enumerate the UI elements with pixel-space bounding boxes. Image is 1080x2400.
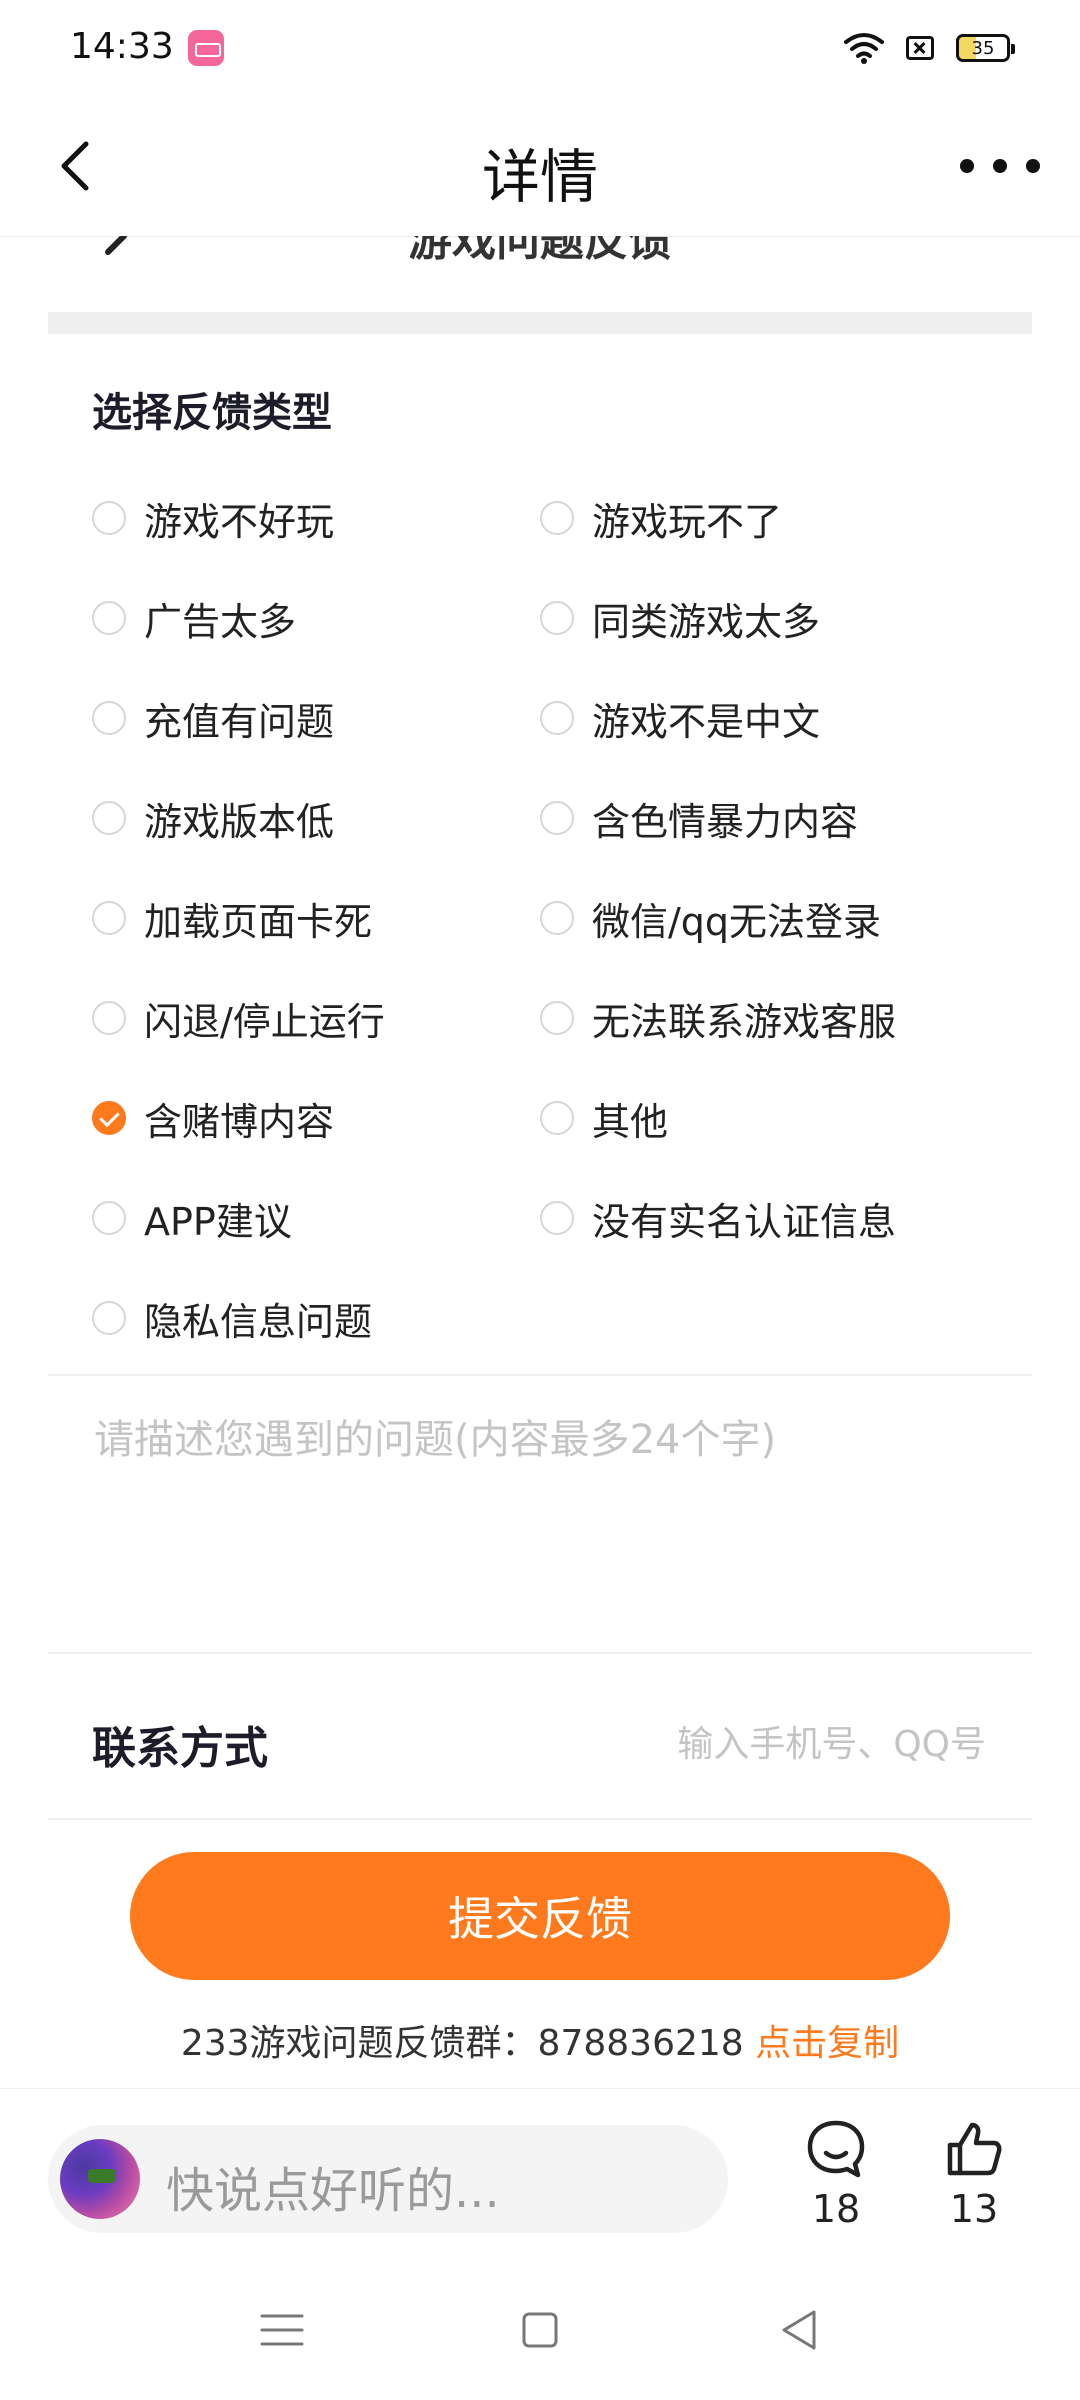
battery-icon: 35 <box>956 34 1015 62</box>
feedback-option-label: 游戏版本低 <box>144 799 335 844</box>
copy-group-link[interactable]: 点击复制 <box>755 2023 899 2064</box>
feedback-option-label: APP建议 <box>144 1199 292 1244</box>
feedback-option-label: 广告太多 <box>144 599 297 644</box>
feedback-option-label: 游戏不好玩 <box>144 499 335 544</box>
more-dot-icon <box>1026 159 1040 173</box>
radio-unchecked-icon[interactable] <box>92 1001 126 1035</box>
more-dot-icon <box>993 159 1007 173</box>
divider <box>48 1374 1032 1376</box>
feedback-option-label: 加载页面卡死 <box>144 899 373 944</box>
feedback-option-label: 游戏玩不了 <box>592 499 783 544</box>
radio-unchecked-icon[interactable] <box>540 901 574 935</box>
contact-input[interactable] <box>544 1715 988 1773</box>
feedback-page-title: 游戏问题反馈 <box>408 236 672 266</box>
top-navigation: 详情 <box>0 96 1080 237</box>
feedback-type-options: 游戏不好玩 游戏玩不了广告太多 同类游戏太多充值有问题 游戏不是中文游戏版本低 含色情暴… <box>92 468 1032 1368</box>
feedback-page-header: 游戏问题反馈 <box>0 236 1080 312</box>
feedback-option-label: 游戏不是中文 <box>592 699 821 744</box>
battery-level: 35 <box>971 37 995 59</box>
comment-placeholder: 快说点好听的... <box>166 2163 500 2219</box>
contact-label: 联系方式 <box>92 1723 268 1774</box>
feedback-option[interactable]: 游戏版本低 <box>92 768 540 868</box>
comments-button[interactable]: 18 <box>786 2117 886 2231</box>
status-time: 14:33 <box>70 26 174 67</box>
feedback-option[interactable]: 加载页面卡死 <box>92 868 540 968</box>
feedback-option[interactable]: 含色情暴力内容 <box>540 768 988 868</box>
feedback-type-heading: 选择反馈类型 <box>92 390 332 436</box>
status-bar: 14:33 35 <box>0 0 1080 96</box>
feedback-option[interactable]: 隐私信息问题 <box>92 1268 540 1368</box>
feedback-option[interactable]: 同类游戏太多 <box>540 568 988 668</box>
thumbs-up-icon <box>947 2122 1002 2176</box>
feedback-option[interactable]: 游戏不好玩 <box>92 468 540 568</box>
more-dot-icon <box>960 159 974 173</box>
more-options-button[interactable] <box>960 148 1040 184</box>
user-avatar <box>60 2139 140 2219</box>
divider <box>48 1652 1032 1654</box>
feedback-option[interactable]: APP建议 <box>92 1168 540 1268</box>
bilibili-app-icon <box>188 30 224 66</box>
radio-unchecked-icon[interactable] <box>92 901 126 935</box>
radio-unchecked-icon[interactable] <box>540 1201 574 1235</box>
radio-unchecked-icon[interactable] <box>540 1101 574 1135</box>
feedback-option-label: 隐私信息问题 <box>144 1299 373 1344</box>
divider <box>48 1818 1032 1820</box>
comment-icon <box>807 2120 865 2178</box>
feedback-option[interactable]: 充值有问题 <box>92 668 540 768</box>
feedback-option[interactable]: 游戏不是中文 <box>540 668 988 768</box>
radio-unchecked-icon[interactable] <box>540 701 574 735</box>
feedback-option-label: 其他 <box>592 1099 669 1144</box>
feedback-group-text: 233游戏问题反馈群：878836218 <box>180 2023 744 2064</box>
radio-unchecked-icon[interactable] <box>92 501 126 535</box>
feedback-option[interactable]: 没有实名认证信息 <box>540 1168 988 1268</box>
menu-icon[interactable] <box>252 2300 312 2360</box>
feedback-group-info: 233游戏问题反馈群：878836218 点击复制 <box>0 2014 1080 2066</box>
radio-unchecked-icon[interactable] <box>92 801 126 835</box>
feedback-option-label: 没有实名认证信息 <box>592 1199 897 1244</box>
feedback-option[interactable]: 微信/qq无法登录 <box>540 868 988 968</box>
page-title: 详情 <box>481 143 598 211</box>
radio-unchecked-icon[interactable] <box>92 1301 126 1335</box>
problem-description-input[interactable] <box>92 1405 996 1629</box>
radio-unchecked-icon[interactable] <box>540 1001 574 1035</box>
radio-unchecked-icon[interactable] <box>92 601 126 635</box>
feedback-option[interactable]: 游戏玩不了 <box>540 468 988 568</box>
home-icon[interactable] <box>510 2300 570 2360</box>
feedback-option-label: 闪退/停止运行 <box>144 999 385 1044</box>
feedback-option[interactable]: 闪退/停止运行 <box>92 968 540 1068</box>
no-sim-icon <box>906 36 934 60</box>
section-separator <box>48 312 1032 334</box>
status-icons: 35 <box>844 28 1015 68</box>
comment-bar: 快说点好听的... 18 13 <box>0 2088 1080 2257</box>
radio-unchecked-icon[interactable] <box>540 501 574 535</box>
radio-unchecked-icon[interactable] <box>540 801 574 835</box>
feedback-option-label: 无法联系游戏客服 <box>592 999 897 1044</box>
like-count: 13 <box>949 2187 999 2231</box>
feedback-option-label: 含赌博内容 <box>144 1099 335 1144</box>
wifi-icon <box>844 33 884 64</box>
system-navigation-bar <box>0 2256 1080 2400</box>
feedback-option-label: 同类游戏太多 <box>592 599 821 644</box>
feedback-option-label: 充值有问题 <box>144 699 335 744</box>
radio-unchecked-icon[interactable] <box>540 601 574 635</box>
radio-unchecked-icon[interactable] <box>92 701 126 735</box>
radio-unchecked-icon[interactable] <box>92 1201 126 1235</box>
submit-feedback-button[interactable]: 提交反馈 <box>130 1852 950 1980</box>
feedback-option[interactable]: 含赌博内容 <box>92 1068 540 1168</box>
back-nav-icon[interactable] <box>770 2300 830 2360</box>
like-button[interactable]: 13 <box>924 2117 1024 2231</box>
comment-input[interactable]: 快说点好听的... <box>48 2125 728 2233</box>
feedback-option[interactable]: 广告太多 <box>92 568 540 668</box>
feedback-option[interactable]: 无法联系游戏客服 <box>540 968 988 1068</box>
feedback-option[interactable]: 其他 <box>540 1068 988 1168</box>
radio-checked-icon[interactable] <box>92 1101 126 1135</box>
feedback-option-label: 含色情暴力内容 <box>592 799 859 844</box>
comment-count: 18 <box>811 2187 861 2231</box>
feedback-option-label: 微信/qq无法登录 <box>592 899 882 944</box>
